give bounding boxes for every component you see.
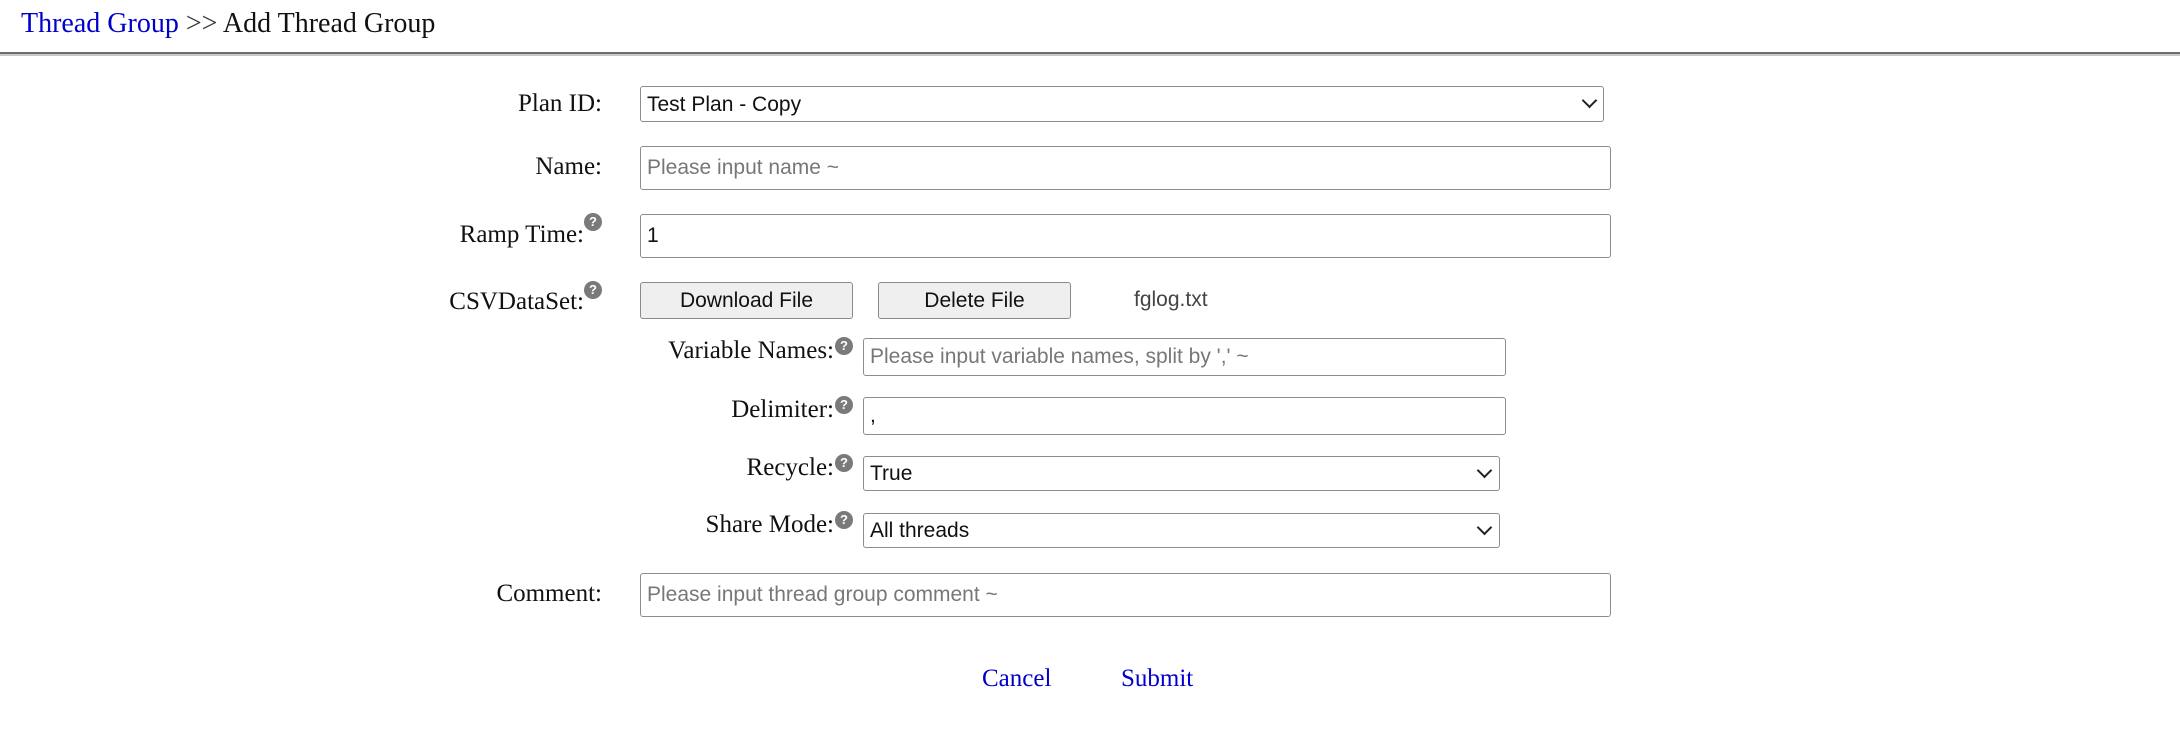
- cancel-link[interactable]: Cancel: [982, 664, 1051, 694]
- delimiter-help-icon[interactable]: ?: [835, 396, 853, 414]
- recycle-select[interactable]: True: [863, 456, 1500, 491]
- delimiter-input[interactable]: [863, 397, 1506, 435]
- plan-id-label: Plan ID:: [517, 90, 602, 117]
- submit-link[interactable]: Submit: [1121, 664, 1193, 694]
- variable-names-input[interactable]: [863, 338, 1506, 376]
- share-mode-label: Share Mode:: [705, 511, 834, 538]
- recycle-help-icon[interactable]: ?: [835, 454, 853, 472]
- breadcrumb: Thread Group >> Add Thread Group: [21, 4, 435, 44]
- page-title: Add Thread Group: [222, 8, 436, 39]
- comment-label: Comment:: [496, 580, 602, 607]
- delete-file-button[interactable]: Delete File: [878, 282, 1071, 319]
- ramp-time-input[interactable]: [640, 214, 1611, 258]
- ramp-time-label: Ramp Time:: [459, 221, 584, 248]
- plan-id-select[interactable]: Test Plan - Copy: [640, 86, 1604, 122]
- share-mode-help-icon[interactable]: ?: [835, 511, 853, 529]
- variable-names-help-icon[interactable]: ?: [835, 337, 853, 355]
- name-input[interactable]: [640, 146, 1611, 190]
- recycle-label: Recycle:: [746, 454, 834, 481]
- header-divider: [0, 52, 2180, 56]
- comment-input[interactable]: [640, 573, 1611, 617]
- breadcrumb-separator: >>: [185, 8, 218, 39]
- csv-dataset-help-icon[interactable]: ?: [584, 281, 602, 299]
- share-mode-select[interactable]: All threads: [863, 513, 1500, 548]
- csv-dataset-label: CSVDataSet:: [449, 288, 584, 315]
- name-label: Name:: [535, 153, 602, 180]
- download-file-button[interactable]: Download File: [640, 282, 853, 319]
- variable-names-label: Variable Names:: [668, 337, 834, 364]
- breadcrumb-thread-group-link[interactable]: Thread Group: [21, 8, 179, 39]
- delimiter-label: Delimiter:: [731, 396, 834, 423]
- csv-file-name: fglog.txt: [1134, 288, 1208, 311]
- ramp-time-help-icon[interactable]: ?: [584, 213, 602, 231]
